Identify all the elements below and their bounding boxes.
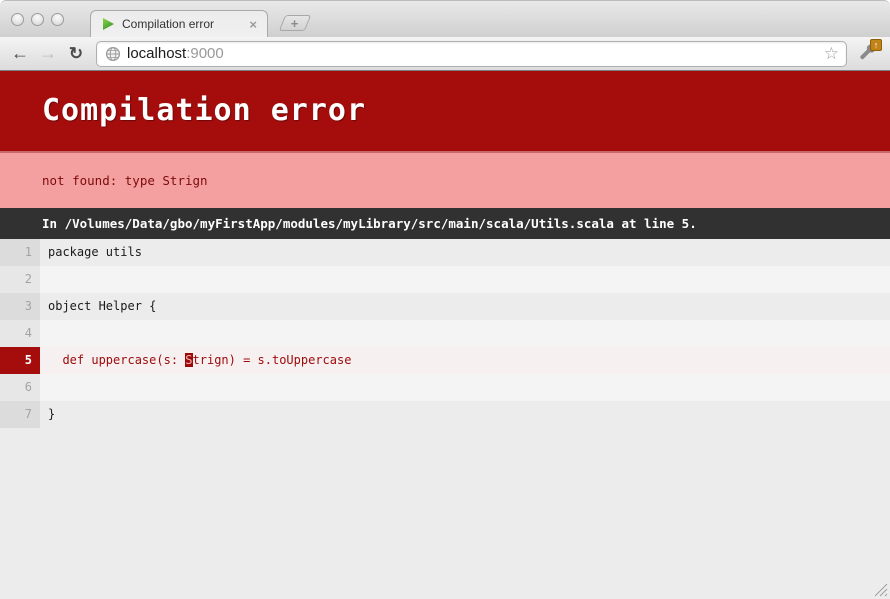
close-window-button[interactable]	[11, 13, 24, 26]
error-marker: S	[185, 353, 192, 367]
zoom-window-button[interactable]	[51, 13, 64, 26]
code-line: 3 object Helper {	[0, 293, 890, 320]
error-message-banner: not found: type Strign	[0, 151, 890, 208]
code-line: 1 package utils	[0, 239, 890, 266]
code-post: trign) = s.toUppercase	[193, 353, 352, 367]
line-number: 3	[0, 293, 40, 320]
code-line: 7 }	[0, 401, 890, 428]
reload-button[interactable]: ↻	[64, 42, 88, 66]
code-line: 6	[0, 374, 890, 401]
new-tab-button[interactable]: +	[279, 15, 311, 31]
globe-icon	[105, 46, 121, 62]
code-text	[40, 266, 890, 293]
forward-button[interactable]: →	[36, 42, 60, 66]
error-location: In /Volumes/Data/gbo/myFirstApp/modules/…	[42, 216, 870, 231]
browser-toolbar: ← → ↻ localhost:9000 ☆ ↑	[0, 37, 890, 71]
url-text: localhost:9000	[127, 45, 224, 62]
line-number: 7	[0, 401, 40, 428]
traffic-lights	[11, 13, 64, 26]
back-button[interactable]: ←	[8, 42, 32, 66]
code-line-error: 5 def uppercase(s: Strign) = s.toUpperca…	[0, 347, 890, 374]
browser-window: Compilation error × + ← → ↻ localhost:90…	[0, 0, 890, 599]
code-text	[40, 320, 890, 347]
code-pre: def uppercase(s:	[48, 353, 185, 367]
title-bar: Compilation error × +	[0, 1, 890, 37]
code-text: def uppercase(s: Strign) = s.toUppercase	[40, 347, 890, 374]
code-line: 4	[0, 320, 890, 347]
menu-wrench-button[interactable]: ↑	[854, 41, 882, 67]
minimize-window-button[interactable]	[31, 13, 44, 26]
code-text	[40, 374, 890, 401]
code-text: object Helper {	[40, 293, 890, 320]
source-code-listing: 1 package utils 2 3 object Helper { 4 5 …	[0, 239, 890, 428]
tab-close-icon[interactable]: ×	[247, 18, 259, 31]
error-location-bar: In /Volumes/Data/gbo/myFirstApp/modules/…	[0, 208, 890, 239]
line-number: 6	[0, 374, 40, 401]
address-bar[interactable]: localhost:9000 ☆	[96, 41, 847, 67]
url-host: localhost	[127, 45, 186, 62]
code-text: package utils	[40, 239, 890, 266]
line-number: 5	[0, 347, 40, 374]
play-framework-icon	[101, 17, 115, 31]
code-text: }	[40, 401, 890, 428]
plus-icon: +	[291, 17, 299, 30]
line-number: 1	[0, 239, 40, 266]
page-title: Compilation error	[42, 93, 870, 128]
browser-tab[interactable]: Compilation error ×	[90, 10, 268, 37]
line-number: 2	[0, 266, 40, 293]
arrow-left-icon: ←	[11, 43, 29, 64]
window-resize-grip[interactable]	[870, 579, 888, 597]
error-header: Compilation error	[0, 71, 890, 151]
error-message: not found: type Strign	[42, 173, 870, 188]
bookmark-star-icon[interactable]: ☆	[824, 45, 839, 63]
arrow-right-icon: →	[39, 43, 57, 64]
reload-icon: ↻	[69, 44, 83, 64]
url-port: :9000	[186, 45, 224, 62]
update-badge-icon: ↑	[870, 39, 882, 51]
code-line: 2	[0, 266, 890, 293]
line-number: 4	[0, 320, 40, 347]
tab-title: Compilation error	[122, 17, 247, 31]
